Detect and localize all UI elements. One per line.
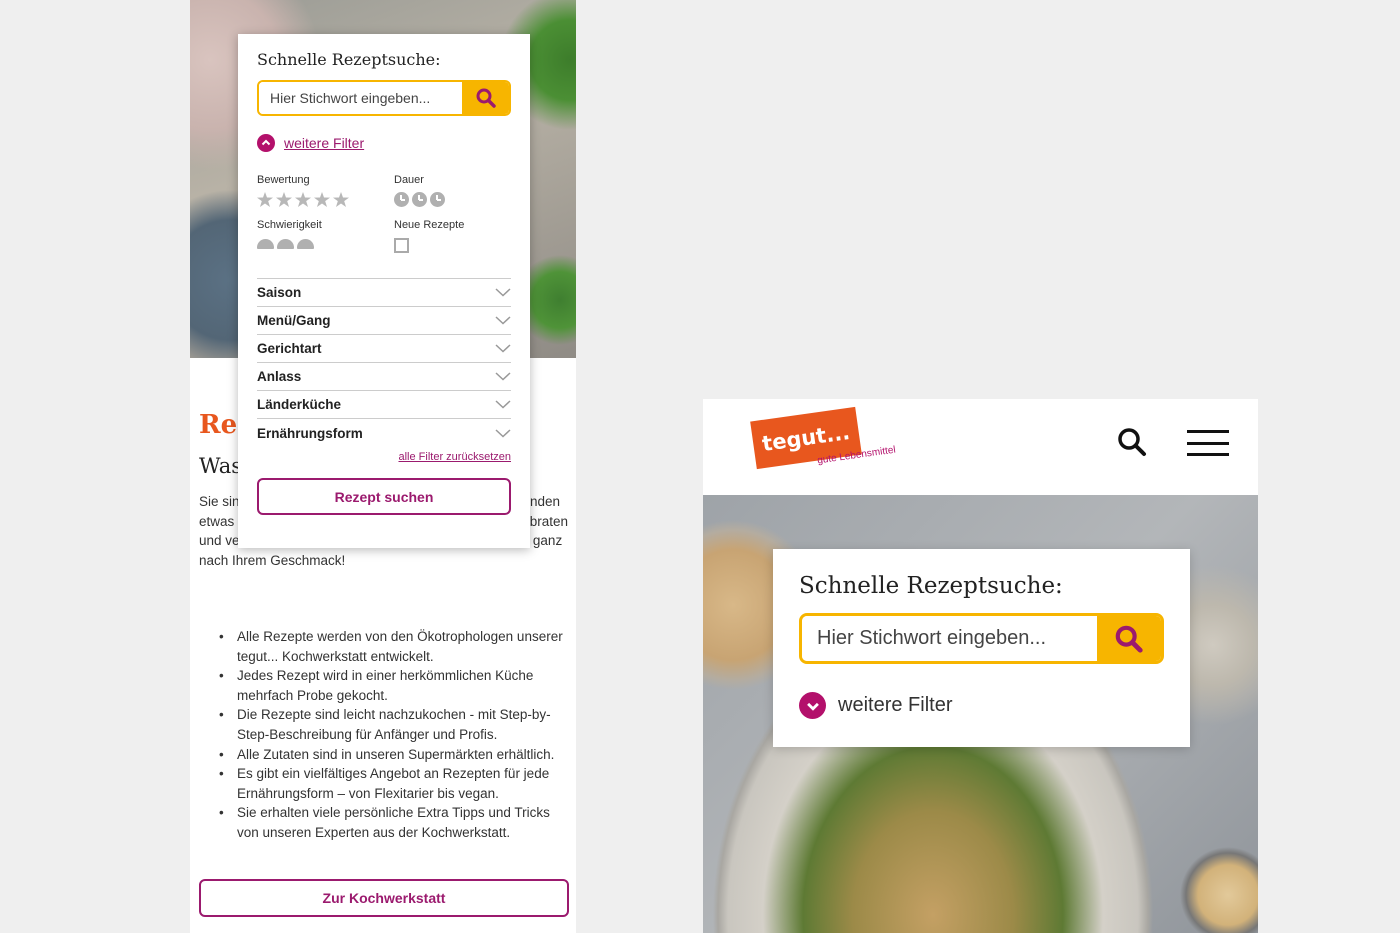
search-icon — [1115, 625, 1143, 653]
star-icon[interactable] — [276, 191, 292, 207]
accordion-label: Saison — [257, 285, 302, 300]
filter-search-box — [257, 80, 511, 116]
new-recipes-filter: Neue Rezepte — [394, 219, 514, 253]
rating-label: Bewertung — [257, 174, 310, 186]
difficulty-filter: Schwierigkeit — [257, 219, 394, 252]
search-icon[interactable] — [1117, 427, 1147, 457]
filter-panel-title: Schnelle Rezeptsuche: — [257, 50, 441, 69]
reset-filters-link[interactable]: alle Filter zurücksetzen — [257, 451, 512, 463]
accordion-label: Ernährungsform — [257, 425, 363, 441]
accordion-item-ernaehrungsform[interactable]: Ernährungsform — [257, 419, 511, 447]
chevron-down-icon — [495, 288, 511, 297]
chef-hat-icon[interactable] — [277, 239, 294, 249]
quick-search-box — [799, 613, 1164, 664]
list-item: Sie erhalten viele persönliche Extra Tip… — [199, 803, 569, 842]
chef-hat-icon[interactable] — [257, 239, 274, 249]
duration-filter: Dauer — [394, 174, 514, 207]
chevron-down-icon — [495, 428, 511, 438]
accordion-item-gerichtart[interactable]: Gerichtart — [257, 335, 511, 363]
clock-icon[interactable] — [430, 191, 445, 207]
accordion-label: Gerichtart — [257, 341, 322, 356]
rating-filter: Bewertung — [257, 174, 394, 207]
more-filters-toggle[interactable]: weitere Filter — [799, 692, 1164, 719]
list-item: Die Rezepte sind leicht nachzukochen - m… — [199, 705, 569, 744]
chevron-down-icon — [495, 316, 511, 325]
search-icon — [476, 88, 496, 108]
accordion-label: Länderküche — [257, 397, 342, 412]
kochwerkstatt-button[interactable]: Zur Kochwerkstatt — [199, 879, 569, 917]
quick-filters: Bewertung Dauer Schwierigkeit Neue Rezep… — [257, 174, 514, 253]
category-accordion: Saison Menü/Gang Gerichtart Anlass Lände… — [257, 278, 511, 447]
benefits-list: Alle Rezepte werden von den Ökotropholog… — [199, 627, 569, 843]
accordion-label: Anlass — [257, 369, 302, 384]
quick-search-title: Schnelle Rezeptsuche: — [799, 573, 1063, 599]
list-item: Alle Rezepte werden von den Ökotropholog… — [199, 627, 569, 666]
chevron-down-icon — [495, 400, 511, 409]
star-icon[interactable] — [295, 191, 311, 207]
filter-search-input[interactable] — [259, 82, 462, 114]
quick-search-button[interactable] — [1097, 616, 1161, 661]
menu-icon[interactable] — [1187, 430, 1229, 456]
list-item: Jedes Rezept wird in einer herkömmlichen… — [199, 666, 569, 705]
accordion-item-laenderkueche[interactable]: Länderküche — [257, 391, 511, 419]
accordion-item-saison[interactable]: Saison — [257, 279, 511, 307]
more-filters-label: weitere Filter — [284, 135, 365, 151]
filter-panel: Schnelle Rezeptsuche: weitere Filter Bew… — [238, 34, 530, 548]
accordion-item-anlass[interactable]: Anlass — [257, 363, 511, 391]
new-recipes-label: Neue Rezepte — [394, 219, 465, 231]
more-filters-toggle[interactable]: weitere Filter — [257, 134, 511, 152]
quick-search-input[interactable] — [802, 616, 1097, 661]
search-recipe-button[interactable]: Rezept suchen — [257, 478, 511, 515]
list-item: Alle Zutaten sind in unseren Supermärkte… — [199, 745, 569, 765]
difficulty-label: Schwierigkeit — [257, 219, 322, 231]
right-mobile-screen: tegut... gute Lebensmittel Schnelle Reze… — [703, 399, 1258, 933]
logo-text: tegut... — [760, 419, 852, 457]
list-item: Es gibt ein vielfältiges Angebot an Reze… — [199, 764, 569, 803]
accordion-item-menu-gang[interactable]: Menü/Gang — [257, 307, 511, 335]
star-icon[interactable] — [314, 191, 330, 207]
duration-label: Dauer — [394, 174, 424, 186]
new-recipes-checkbox[interactable] — [394, 237, 409, 253]
filter-search-button[interactable] — [462, 82, 509, 114]
site-header: tegut... gute Lebensmittel — [703, 399, 1258, 495]
more-filters-label: weitere Filter — [838, 694, 953, 716]
chef-hat-icon[interactable] — [297, 239, 314, 249]
chevron-down-icon — [799, 692, 826, 719]
chevron-down-icon — [495, 344, 511, 353]
clock-icon[interactable] — [412, 191, 427, 207]
quick-search-panel: Schnelle Rezeptsuche: weitere Filter — [773, 549, 1190, 747]
star-icon[interactable] — [257, 191, 273, 207]
chevron-up-icon — [257, 134, 275, 152]
accordion-label: Menü/Gang — [257, 313, 331, 328]
chevron-down-icon — [495, 372, 511, 381]
clock-icon[interactable] — [394, 191, 409, 207]
star-icon[interactable] — [333, 191, 349, 207]
